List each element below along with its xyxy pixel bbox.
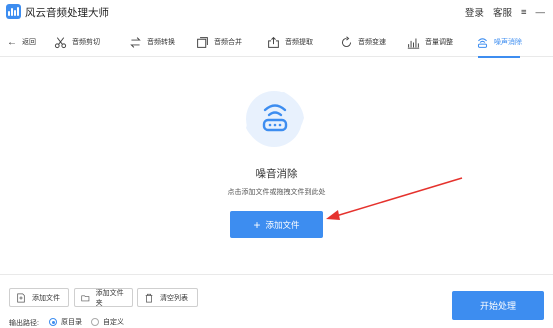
clear-list-label: 清空列表: [160, 294, 188, 302]
back-button[interactable]: ← 返回: [7, 27, 36, 57]
tab-audio-merge[interactable]: 音频合并: [196, 27, 242, 57]
speed-icon: [341, 35, 352, 47]
scissors-icon: [54, 36, 67, 48]
minimize-icon[interactable]: —: [536, 7, 546, 18]
title-bar: 风云音频处理大师 登录 客服 ≡ —: [0, 0, 553, 24]
radio-custom-dir[interactable]: 自定义: [91, 317, 124, 327]
radio-dot: [91, 318, 99, 326]
merge-icon: [197, 36, 208, 48]
add-file-small-button[interactable]: 添加文件: [9, 288, 69, 307]
volume-icon: [407, 37, 420, 49]
radio-label: 原目录: [61, 319, 82, 326]
tab-audio-extract[interactable]: 音频提取: [267, 27, 313, 57]
plus-icon: +: [253, 217, 261, 232]
tab-audio-cut[interactable]: 音频剪切: [54, 27, 100, 57]
drop-zone[interactable]: 噪音消除 点击添加文件或拖拽文件到此处 + 添加文件: [0, 58, 553, 274]
main-subtitle: 点击添加文件或拖拽文件到此处: [227, 189, 326, 196]
clear-list-button[interactable]: 清空列表: [137, 288, 198, 307]
login-link[interactable]: 登录: [465, 5, 484, 19]
radio-label: 自定义: [103, 319, 124, 326]
menu-icon[interactable]: ≡: [521, 7, 527, 18]
tab-audio-convert[interactable]: 音频转换: [129, 27, 175, 57]
main-title: 噪音消除: [255, 168, 298, 180]
radio-original-dir[interactable]: 原目录: [49, 317, 82, 327]
output-path-label: 输出路径:: [9, 320, 39, 327]
tab-label: 音量调整: [425, 39, 453, 46]
add-file-small-label: 添加文件: [32, 294, 60, 302]
tab-label: 音频剪切: [72, 39, 100, 46]
app-title: 风云音频处理大师: [25, 7, 109, 19]
add-file-button[interactable]: + 添加文件: [230, 211, 323, 238]
denoise-icon: [477, 37, 488, 48]
start-processing-button[interactable]: 开始处理: [452, 291, 544, 320]
tool-tabs: ← 返回 音频剪切 音频转换 音频合并 音频提取 音频变速 音量调整 噪声消除: [0, 27, 553, 58]
add-folder-label: 添加文件夹: [95, 289, 124, 307]
tab-noise-removal[interactable]: 噪声消除: [476, 27, 522, 58]
back-label: 返回: [22, 39, 36, 46]
app-logo-icon: [6, 4, 21, 19]
convert-icon: [130, 36, 141, 48]
back-arrow-icon: ←: [7, 36, 17, 48]
trash-icon: [145, 293, 153, 303]
radio-dot: [49, 318, 57, 326]
tab-audio-speed[interactable]: 音频变速: [340, 27, 386, 57]
add-folder-button[interactable]: 添加文件夹: [74, 288, 133, 307]
customer-service-link[interactable]: 客服: [493, 5, 512, 19]
tab-label: 音频合并: [214, 39, 242, 46]
folder-icon: [81, 295, 90, 301]
tab-label: 音频提取: [285, 39, 313, 46]
bottom-bar: 添加文件 添加文件夹 清空列表 输出路径: 原目录 自定义 开始处理: [0, 274, 553, 328]
extract-icon: [268, 36, 279, 48]
tab-volume-adjust[interactable]: 音量调整: [407, 27, 453, 57]
tab-label: 音频转换: [147, 39, 175, 46]
file-icon: [17, 292, 25, 303]
tab-label: 噪声消除: [494, 39, 522, 46]
add-file-label: 添加文件: [265, 219, 300, 230]
noise-removal-icon: [246, 92, 304, 146]
tab-label: 音频变速: [358, 39, 386, 46]
